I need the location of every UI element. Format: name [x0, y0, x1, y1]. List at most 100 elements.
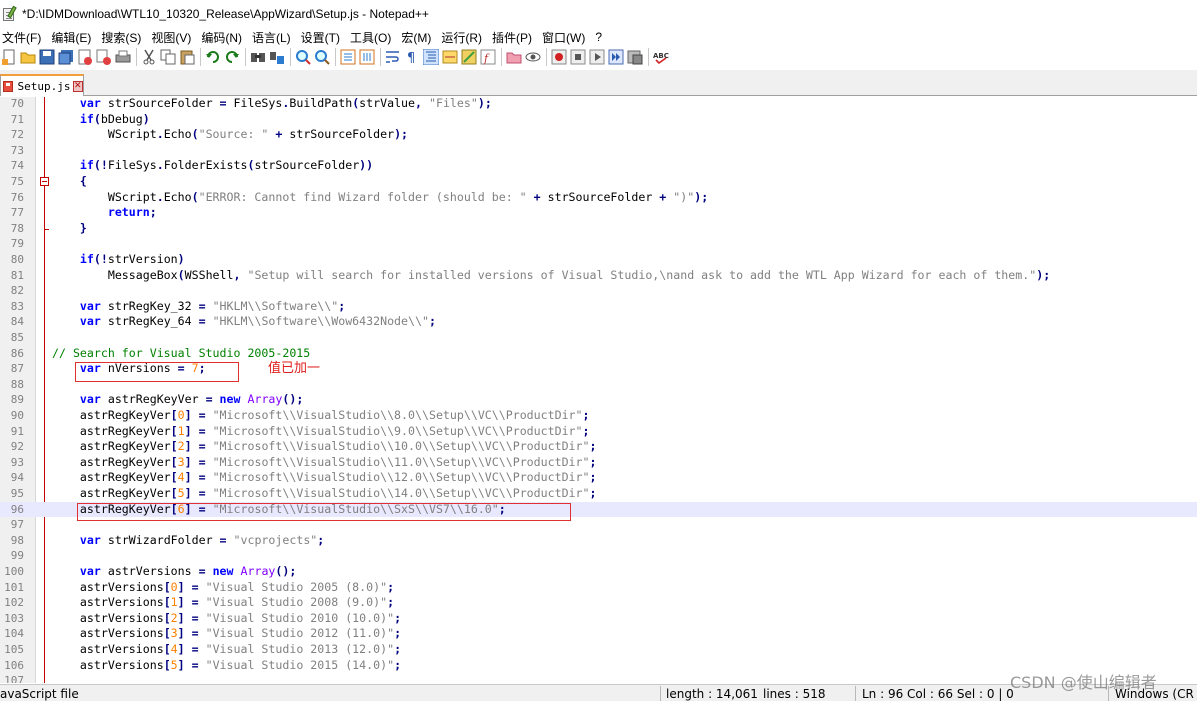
code-line[interactable]: 99	[0, 548, 1197, 564]
save-macro-icon[interactable]	[627, 49, 643, 65]
code-token: ]	[184, 423, 192, 438]
sync-vertical-icon[interactable]	[340, 49, 356, 65]
code-token: =	[191, 626, 199, 641]
code-line[interactable]: 70 var strSourceFolder = FileSys.BuildPa…	[0, 97, 1197, 112]
code-line[interactable]: 101 astrVersions[0] = "Visual Studio 200…	[0, 580, 1197, 596]
code-text: astrRegKeyVer[1] = "Microsoft\\VisualStu…	[52, 424, 590, 440]
save-icon[interactable]	[39, 49, 55, 65]
zoom-out-icon[interactable]	[314, 49, 330, 65]
menu-item-10[interactable]: 插件(P)	[490, 29, 538, 46]
menu-item-1[interactable]: 编辑(E)	[49, 29, 97, 46]
code-token: astrRegKeyVer	[52, 423, 171, 438]
function-list-icon[interactable]: f	[480, 49, 496, 65]
monitor-icon[interactable]	[525, 49, 541, 65]
code-line[interactable]: 98 var strWizardFolder = "vcprojects";	[0, 533, 1197, 549]
code-line[interactable]: 77 return;	[0, 205, 1197, 221]
code-line[interactable]: 78 }	[0, 221, 1197, 237]
code-token: ]	[177, 595, 185, 610]
user-language-icon[interactable]	[442, 49, 458, 65]
code-line[interactable]: 103 astrVersions[2] = "Visual Studio 201…	[0, 611, 1197, 627]
code-line[interactable]: 90 astrRegKeyVer[0] = "Microsoft\\Visual…	[0, 408, 1197, 424]
print-icon[interactable]	[115, 49, 131, 65]
cut-icon[interactable]	[141, 49, 157, 65]
code-line[interactable]: 92 astrRegKeyVer[2] = "Microsoft\\Visual…	[0, 439, 1197, 455]
menu-item-0[interactable]: 文件(F)	[0, 29, 47, 46]
code-line[interactable]: 94 astrRegKeyVer[4] = "Microsoft\\Visual…	[0, 470, 1197, 486]
show-all-characters-icon[interactable]: ¶	[404, 49, 420, 66]
code-line[interactable]: 89 var astrRegKeyVer = new Array();	[0, 392, 1197, 408]
menu-item-3[interactable]: 视图(V)	[149, 29, 197, 46]
code-line[interactable]: 75 {	[0, 174, 1197, 190]
menu-item-4[interactable]: 编码(N)	[199, 29, 248, 46]
code-line[interactable]: 74 if(!FileSys.FolderExists(strSourceFol…	[0, 158, 1197, 174]
folder-workspace-icon[interactable]	[506, 49, 522, 65]
code-token: "HKLM\\Software\\"	[212, 298, 339, 313]
code-line[interactable]: 83 var strRegKey_32 = "HKLM\\Software\\"…	[0, 299, 1197, 315]
code-token: strSourceFolder	[100, 97, 220, 110]
redo-icon[interactable]	[224, 49, 240, 65]
status-length: length : 14,061	[666, 687, 758, 701]
menu-item-8[interactable]: 宏(M)	[399, 29, 437, 46]
menu-item-5[interactable]: 语言(L)	[250, 29, 297, 46]
menu-item-7[interactable]: 工具(O)	[348, 29, 397, 46]
code-token: +	[533, 189, 541, 204]
spell-check-icon[interactable]: ABC	[653, 49, 669, 65]
word-wrap-icon[interactable]	[385, 49, 401, 65]
sync-horizontal-icon[interactable]	[359, 49, 375, 65]
code-token: if	[79, 252, 94, 266]
code-line[interactable]: 84 var strRegKey_64 = "HKLM\\Software\\W…	[0, 314, 1197, 330]
code-token: WSShell	[184, 267, 234, 282]
save-all-icon[interactable]	[58, 49, 74, 65]
code-line[interactable]: 76 WScript.Echo("ERROR: Cannot find Wiza…	[0, 190, 1197, 206]
doc-map-icon[interactable]	[461, 49, 477, 65]
code-editor[interactable]: 70 var strSourceFolder = FileSys.BuildPa…	[0, 97, 1197, 683]
close-tab-icon[interactable]: ✕	[72, 80, 83, 92]
code-line[interactable]: 102 astrVersions[1] = "Visual Studio 200…	[0, 595, 1197, 611]
menu-item-6[interactable]: 设置(T)	[299, 29, 346, 46]
code-line[interactable]: 72 WScript.Echo("Source: " + strSourceFo…	[0, 127, 1197, 143]
code-line[interactable]: 80 if(!strVersion)	[0, 252, 1197, 268]
menu-item-11[interactable]: 窗口(W)	[540, 29, 591, 46]
replace-icon[interactable]	[269, 49, 285, 65]
code-token: "Microsoft\\VisualStudio\\8.0\\Setup\\VC…	[212, 408, 583, 422]
code-line[interactable]: 71 if(bDebug)	[0, 112, 1197, 128]
line-number: 102	[4, 596, 24, 610]
tab-setup-js[interactable]: Setup.js ✕	[0, 74, 84, 96]
undo-icon[interactable]	[205, 49, 221, 65]
zoom-in-icon[interactable]	[295, 49, 311, 65]
code-line[interactable]: 91 astrRegKeyVer[1] = "Microsoft\\Visual…	[0, 424, 1197, 440]
code-line[interactable]: 93 astrRegKeyVer[3] = "Microsoft\\Visual…	[0, 455, 1197, 471]
code-token: [	[163, 610, 171, 625]
tab-strip: Setup.js ✕	[0, 70, 1197, 96]
run-macro-multiple-icon[interactable]	[608, 49, 624, 65]
code-line[interactable]: 86// Search for Visual Studio 2005-2015	[0, 346, 1197, 362]
code-line[interactable]: 100 var astrVersions = new Array();	[0, 564, 1197, 580]
stop-record-icon[interactable]	[570, 49, 586, 65]
close-all-icon[interactable]	[96, 49, 112, 65]
code-line[interactable]: 105 astrVersions[4] = "Visual Studio 201…	[0, 642, 1197, 658]
open-file-icon[interactable]	[20, 49, 36, 65]
menu-item-9[interactable]: 运行(R)	[439, 29, 488, 46]
code-line[interactable]: 95 astrRegKeyVer[5] = "Microsoft\\Visual…	[0, 486, 1197, 502]
code-line[interactable]: 73	[0, 143, 1197, 159]
record-macro-icon[interactable]	[551, 49, 567, 65]
code-line[interactable]: 85	[0, 330, 1197, 346]
copy-icon[interactable]	[160, 49, 176, 65]
menu-item-12[interactable]: ?	[593, 30, 608, 44]
code-line[interactable]: 79	[0, 236, 1197, 252]
find-icon[interactable]	[250, 49, 266, 65]
paste-icon[interactable]	[179, 49, 195, 65]
code-line[interactable]: 104 astrVersions[3] = "Visual Studio 201…	[0, 626, 1197, 642]
code-line[interactable]: 81 MessageBox(WSShell, "Setup will searc…	[0, 268, 1197, 284]
code-token: (	[93, 111, 101, 126]
close-icon[interactable]	[77, 49, 93, 65]
code-line[interactable]: 82	[0, 283, 1197, 299]
indent-guide-icon[interactable]	[422, 48, 440, 66]
new-file-icon[interactable]	[1, 49, 17, 65]
menu-item-2[interactable]: 搜索(S)	[99, 29, 147, 46]
play-macro-icon[interactable]	[589, 49, 605, 65]
